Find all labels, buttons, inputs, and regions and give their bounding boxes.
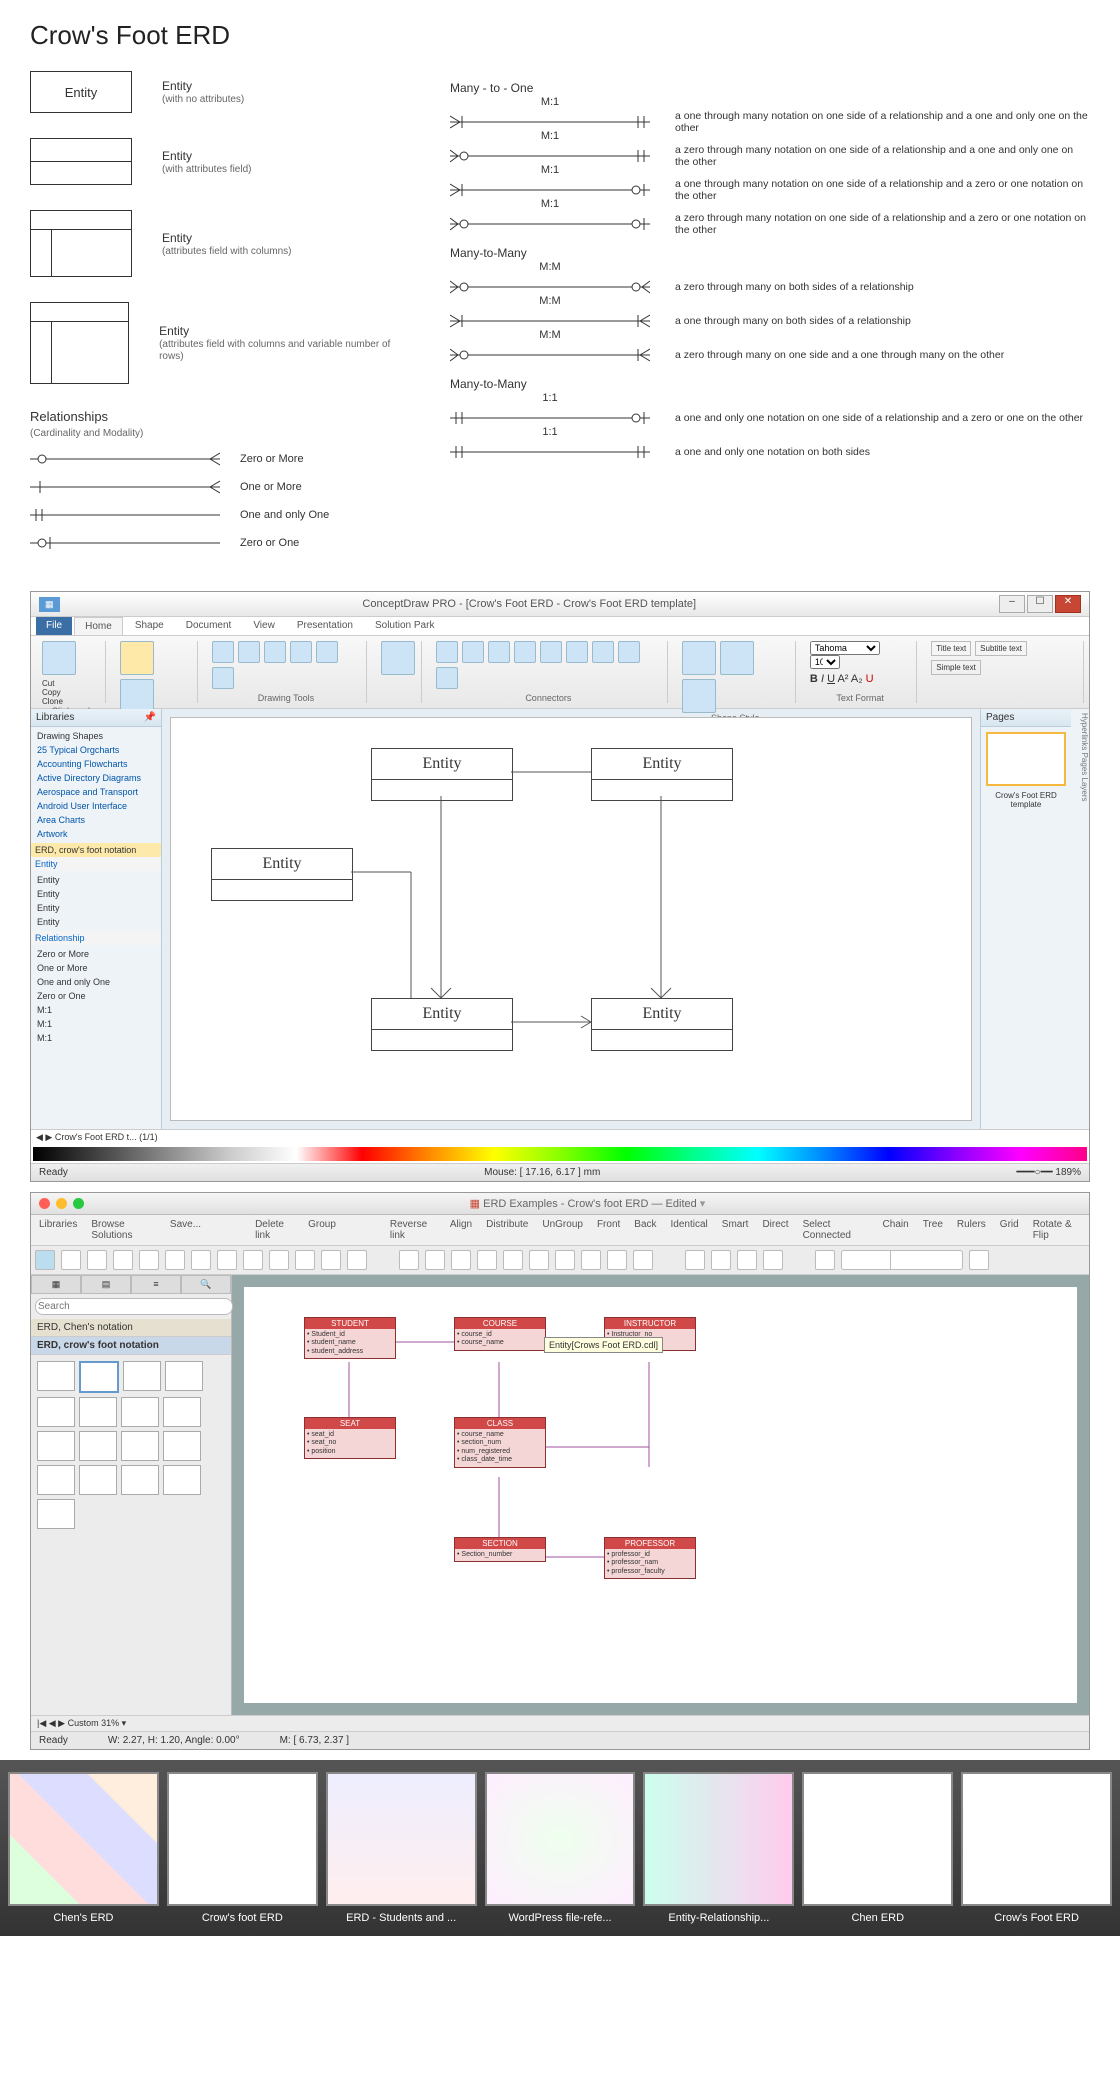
smart-icon[interactable]	[514, 641, 536, 663]
tooltip: Entity[Crows Foot ERD.cdl]	[544, 1337, 663, 1353]
menu-bar[interactable]: LibrariesBrowse SolutionsSave...Delete l…	[31, 1215, 1089, 1246]
canvas[interactable]: Entity Entity Entity Entity Entity	[170, 717, 972, 1121]
close-button[interactable]	[39, 1198, 50, 1209]
thumb-item[interactable]: Crow's Foot ERD	[961, 1772, 1112, 1924]
pages-panel[interactable]: Pages Crow's Foot ERD template	[980, 709, 1071, 1129]
color-bar[interactable]	[33, 1147, 1087, 1161]
chain-icon[interactable]	[592, 641, 614, 663]
library-panel[interactable]: ▦▤≡🔍 ERD, Chen's notation ERD, crow's fo…	[31, 1275, 232, 1715]
template-thumbnails[interactable]: Chen's ERD Crow's foot ERD ERD - Student…	[0, 1760, 1120, 1936]
entity-shape-plain: Entity	[30, 71, 132, 113]
bezier-icon[interactable]	[488, 641, 510, 663]
line-icon[interactable]	[720, 641, 754, 675]
conceptdraw-mac: ▦ ERD Examples - Crow's foot ERD — Edite…	[30, 1192, 1090, 1750]
toolbar[interactable]	[31, 1246, 1089, 1275]
pointer-icon	[35, 1250, 55, 1270]
round-icon[interactable]	[566, 641, 588, 663]
paste-icon[interactable]	[42, 641, 76, 675]
fontsize-select[interactable]: 10	[810, 655, 840, 669]
drawing-shapes-icon[interactable]	[381, 641, 415, 675]
search-input[interactable]	[35, 1298, 233, 1315]
maximize-button[interactable]: ☐	[1027, 595, 1053, 613]
entity-shape-cols	[30, 210, 132, 277]
page-title: Crow's Foot ERD	[30, 20, 1090, 51]
curve-icon[interactable]	[540, 641, 562, 663]
zoom-button[interactable]	[73, 1198, 84, 1209]
point-icon[interactable]	[436, 667, 458, 689]
thumb-item[interactable]: Chen's ERD	[8, 1772, 159, 1924]
minimize-button[interactable]	[56, 1198, 67, 1209]
thumb-item[interactable]: Chen ERD	[802, 1772, 953, 1924]
libraries-panel[interactable]: Libraries📌 Drawing Shapes 25 Typical Org…	[31, 709, 162, 1129]
minimize-button[interactable]: –	[999, 595, 1025, 613]
select-icon[interactable]	[120, 641, 154, 675]
tree-icon[interactable]	[618, 641, 640, 663]
entity-shape-attr	[30, 138, 132, 185]
font-select[interactable]: Tahoma	[810, 641, 880, 655]
ribbon[interactable]: CutCopyCloneClipboard Drawing Tools Conn…	[31, 636, 1089, 709]
relationship-legend: Many - to - One M:1a one through many no…	[450, 71, 1090, 561]
close-button[interactable]: ✕	[1055, 595, 1081, 613]
entity-legend: Entity Entity(with no attributes) Entity…	[30, 71, 410, 561]
fill-icon[interactable]	[682, 641, 716, 675]
ribbon-tabs[interactable]: FileHomeShapeDocumentViewPresentationSol…	[31, 617, 1089, 636]
arc-icon[interactable]	[462, 641, 484, 663]
thumb-item[interactable]: Entity-Relationship...	[643, 1772, 794, 1924]
entity-shape-rows	[30, 302, 129, 384]
textbox-icon[interactable]	[120, 679, 154, 713]
zoom-icon	[685, 1250, 705, 1270]
thumb-item[interactable]: Crow's foot ERD	[167, 1772, 318, 1924]
thumb-item[interactable]: WordPress file-refe...	[485, 1772, 636, 1924]
direct-icon[interactable]	[436, 641, 458, 663]
conceptdraw-windows: ▦ConceptDraw PRO - [Crow's Foot ERD - Cr…	[30, 591, 1090, 1182]
canvas[interactable]: STUDENT• Student_id• student_name• stude…	[244, 1287, 1077, 1703]
shadow-icon[interactable]	[682, 679, 716, 713]
thumb-item[interactable]: ERD - Students and ...	[326, 1772, 477, 1924]
